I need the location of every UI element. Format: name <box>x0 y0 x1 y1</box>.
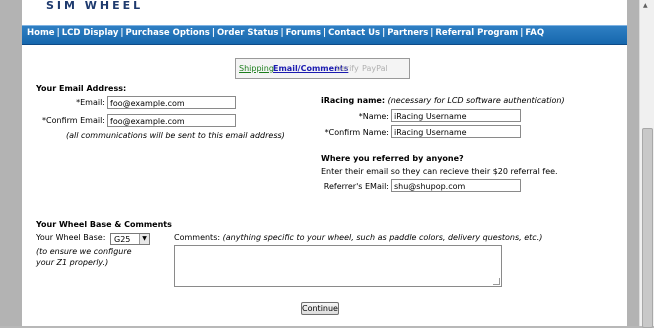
email-note: (all communications will be sent to this… <box>66 131 285 140</box>
iracing-name-field[interactable]: iRacing Username <box>391 109 521 122</box>
iracing-name-label: *Name: <box>358 112 389 121</box>
comments-heading: Comments: (anything specific to your whe… <box>174 233 542 242</box>
site-logo: SIM WHEEL <box>46 0 144 12</box>
resize-grip-icon[interactable] <box>493 278 500 285</box>
iracing-heading: iRacing name: (necessary for LCD softwar… <box>321 96 565 105</box>
wheel-base-select[interactable]: G25 ▼ <box>110 233 150 245</box>
nav-purchase-options[interactable]: Purchase Options <box>126 28 210 38</box>
wheel-note-line1: (to ensure we configure <box>36 247 132 256</box>
iracing-title: iRacing name: <box>321 96 386 105</box>
nav-faq[interactable]: FAQ <box>525 28 544 38</box>
main-nav: Home | LCD Display | Purchase Options | Order … <box>22 25 627 45</box>
chevron-down-icon[interactable]: ▼ <box>139 234 149 244</box>
step-paypal: PayPal <box>362 64 388 73</box>
wheel-base-label: Your Wheel Base: <box>36 233 106 242</box>
order-page: SIM WHEEL Home | LCD Display | Purchase Opti… <box>22 0 627 326</box>
iracing-confirm-label: *Confirm Name: <box>324 128 389 137</box>
checkout-steps: Shipping Email/Comments Verify PayPal <box>235 58 410 79</box>
nav-referral-program[interactable]: Referral Program <box>435 28 518 38</box>
nav-partners[interactable]: Partners <box>387 28 428 38</box>
referral-title: Where you referred by anyone? <box>321 154 464 163</box>
wheel-section-title: Your Wheel Base & Comments <box>36 220 172 229</box>
nav-lcd-display[interactable]: LCD Display <box>62 28 119 38</box>
nav-order-status[interactable]: Order Status <box>217 28 279 38</box>
referrer-email-label: Referrer's EMail: <box>323 182 389 191</box>
referral-desc: Enter their email so they can recieve th… <box>321 167 558 176</box>
header: SIM WHEEL <box>22 0 627 24</box>
comments-textarea[interactable] <box>174 245 502 287</box>
vertical-scrollbar[interactable]: ▲ <box>639 0 654 328</box>
wheel-note-line2: your Z1 properly.) <box>36 258 109 267</box>
referrer-email-field[interactable]: shu@shupop.com <box>391 179 521 192</box>
nav-contact-us[interactable]: Contact Us <box>328 28 380 38</box>
step-verify: Verify <box>336 64 359 73</box>
nav-links: Home | LCD Display | Purchase Options | Order … <box>27 28 545 38</box>
comments-note: (anything specific to your wheel, such a… <box>222 233 543 242</box>
confirm-email-field[interactable]: foo@example.com <box>107 114 236 127</box>
nav-forums[interactable]: Forums <box>286 28 321 38</box>
scrollbar-thumb[interactable] <box>642 128 653 328</box>
page-background-left <box>0 0 22 326</box>
step-shipping[interactable]: Shipping <box>239 59 274 78</box>
iracing-confirm-field[interactable]: iRacing Username <box>391 125 521 138</box>
email-field[interactable]: foo@example.com <box>107 96 236 109</box>
iracing-note: (necessary for LCD software authenticati… <box>387 96 565 105</box>
email-label: *Email: <box>76 98 105 107</box>
nav-home[interactable]: Home <box>27 28 55 38</box>
confirm-email-label: *Confirm Email: <box>42 116 105 125</box>
comments-label: Comments: <box>174 233 221 242</box>
email-section-title: Your Email Address: <box>36 84 127 93</box>
page-background-right <box>627 0 639 326</box>
scroll-up-icon[interactable]: ▲ <box>643 2 648 9</box>
continue-button[interactable]: Continue <box>301 302 339 315</box>
wheel-base-value: G25 <box>114 235 131 244</box>
